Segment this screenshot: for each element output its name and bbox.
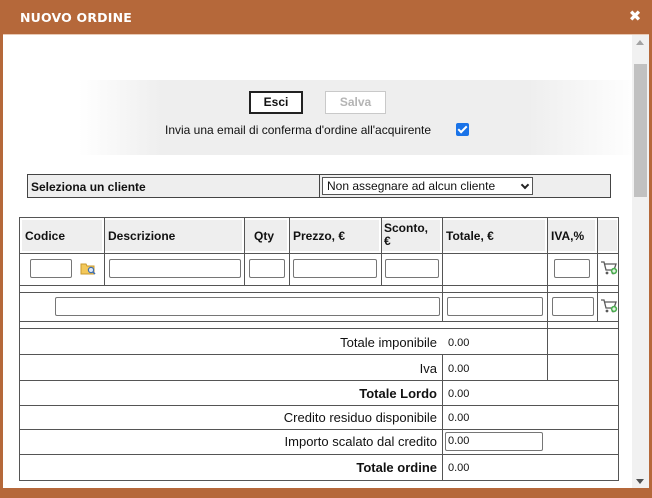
col-header-actions bbox=[598, 220, 617, 251]
col-header-iva: IVA,% bbox=[548, 220, 595, 251]
client-selector-row: Seleziona un cliente Non assegnare ad al… bbox=[27, 174, 611, 198]
scrollbar-thumb[interactable] bbox=[634, 64, 647, 197]
divider bbox=[442, 355, 443, 481]
col-header-totale: Totale, € bbox=[443, 220, 545, 251]
summary-label-totale-ordine: Totale ordine bbox=[356, 460, 437, 475]
summary-label-lordo: Totale Lordo bbox=[359, 386, 437, 401]
divider bbox=[20, 354, 618, 355]
divider bbox=[20, 253, 618, 254]
summary-value-credito: 0.00 bbox=[448, 412, 470, 424]
summary-value-imponibile: 0.00 bbox=[448, 337, 470, 349]
qty-input[interactable] bbox=[249, 259, 285, 278]
client-label: Seleziona un cliente bbox=[31, 180, 146, 194]
prezzo-input[interactable] bbox=[293, 259, 377, 278]
divider bbox=[20, 454, 618, 455]
chevron-down-icon bbox=[520, 180, 530, 190]
add-to-cart-icon[interactable] bbox=[600, 260, 618, 276]
credit-deduction-value: 0.00 bbox=[448, 435, 470, 447]
add-to-cart-icon[interactable] bbox=[600, 298, 618, 314]
divider bbox=[20, 429, 618, 430]
sconto-input[interactable] bbox=[385, 259, 439, 278]
dialog-titlebar: NUOVO ORDINE ✖ bbox=[0, 0, 652, 34]
order-table: Codice Descrizione Qty Prezzo, € Sconto,… bbox=[19, 217, 619, 481]
col-header-codice: Codice bbox=[22, 220, 102, 251]
summary-label-credito: Credito residuo disponibile bbox=[283, 410, 437, 425]
scroll-down-icon[interactable] bbox=[636, 479, 644, 484]
col-header-prezzo: Prezzo, € bbox=[290, 220, 379, 251]
col-header-sconto: Sconto, € bbox=[382, 220, 440, 251]
client-select[interactable]: Non assegnare ad alcun cliente bbox=[322, 177, 533, 195]
divider bbox=[104, 218, 105, 286]
save-button[interactable]: Salva bbox=[325, 91, 386, 114]
codice-input[interactable] bbox=[30, 259, 72, 278]
scroll-up-icon[interactable] bbox=[636, 40, 644, 45]
summary-label-scalato: Importo scalato dal credito bbox=[284, 434, 437, 449]
email-confirmation-checkbox[interactable] bbox=[456, 123, 469, 136]
free-iva-input[interactable] bbox=[552, 297, 594, 316]
free-description-input[interactable] bbox=[55, 297, 440, 316]
divider bbox=[289, 218, 290, 286]
dialog-title: NUOVO ORDINE bbox=[20, 10, 133, 25]
summary-value-totale-ordine: 0.00 bbox=[448, 462, 470, 474]
exit-button[interactable]: Esci bbox=[249, 91, 303, 114]
divider bbox=[20, 328, 618, 329]
folder-search-icon[interactable] bbox=[80, 261, 96, 275]
divider bbox=[442, 218, 443, 322]
col-header-qty: Qty bbox=[245, 220, 287, 251]
summary-value-iva: 0.00 bbox=[448, 363, 470, 375]
divider bbox=[20, 292, 618, 293]
close-icon[interactable]: ✖ bbox=[628, 8, 642, 24]
client-select-value: Non assegnare ad alcun cliente bbox=[327, 179, 496, 193]
credit-deduction-input[interactable]: 0.00 bbox=[445, 432, 543, 451]
email-confirmation-label: Invia una email di conferma d'ordine all… bbox=[165, 123, 432, 137]
dialog-body: Esci Salva Invia una email di conferma d… bbox=[3, 34, 649, 488]
divider bbox=[547, 218, 548, 380]
free-total-input[interactable] bbox=[447, 297, 543, 316]
vertical-scrollbar[interactable] bbox=[632, 35, 649, 488]
summary-label-imponibile: Totale imponibile bbox=[340, 335, 437, 350]
divider bbox=[20, 285, 618, 286]
col-header-descrizione: Descrizione bbox=[105, 220, 242, 251]
divider bbox=[319, 175, 320, 197]
divider bbox=[244, 218, 245, 286]
divider bbox=[381, 218, 382, 286]
summary-label-iva: Iva bbox=[419, 361, 437, 376]
divider bbox=[597, 218, 598, 322]
divider bbox=[20, 405, 618, 406]
descrizione-input[interactable] bbox=[109, 259, 241, 278]
iva-input[interactable] bbox=[554, 259, 590, 278]
divider bbox=[20, 380, 618, 381]
summary-value-lordo: 0.00 bbox=[448, 388, 470, 400]
divider bbox=[20, 321, 618, 322]
